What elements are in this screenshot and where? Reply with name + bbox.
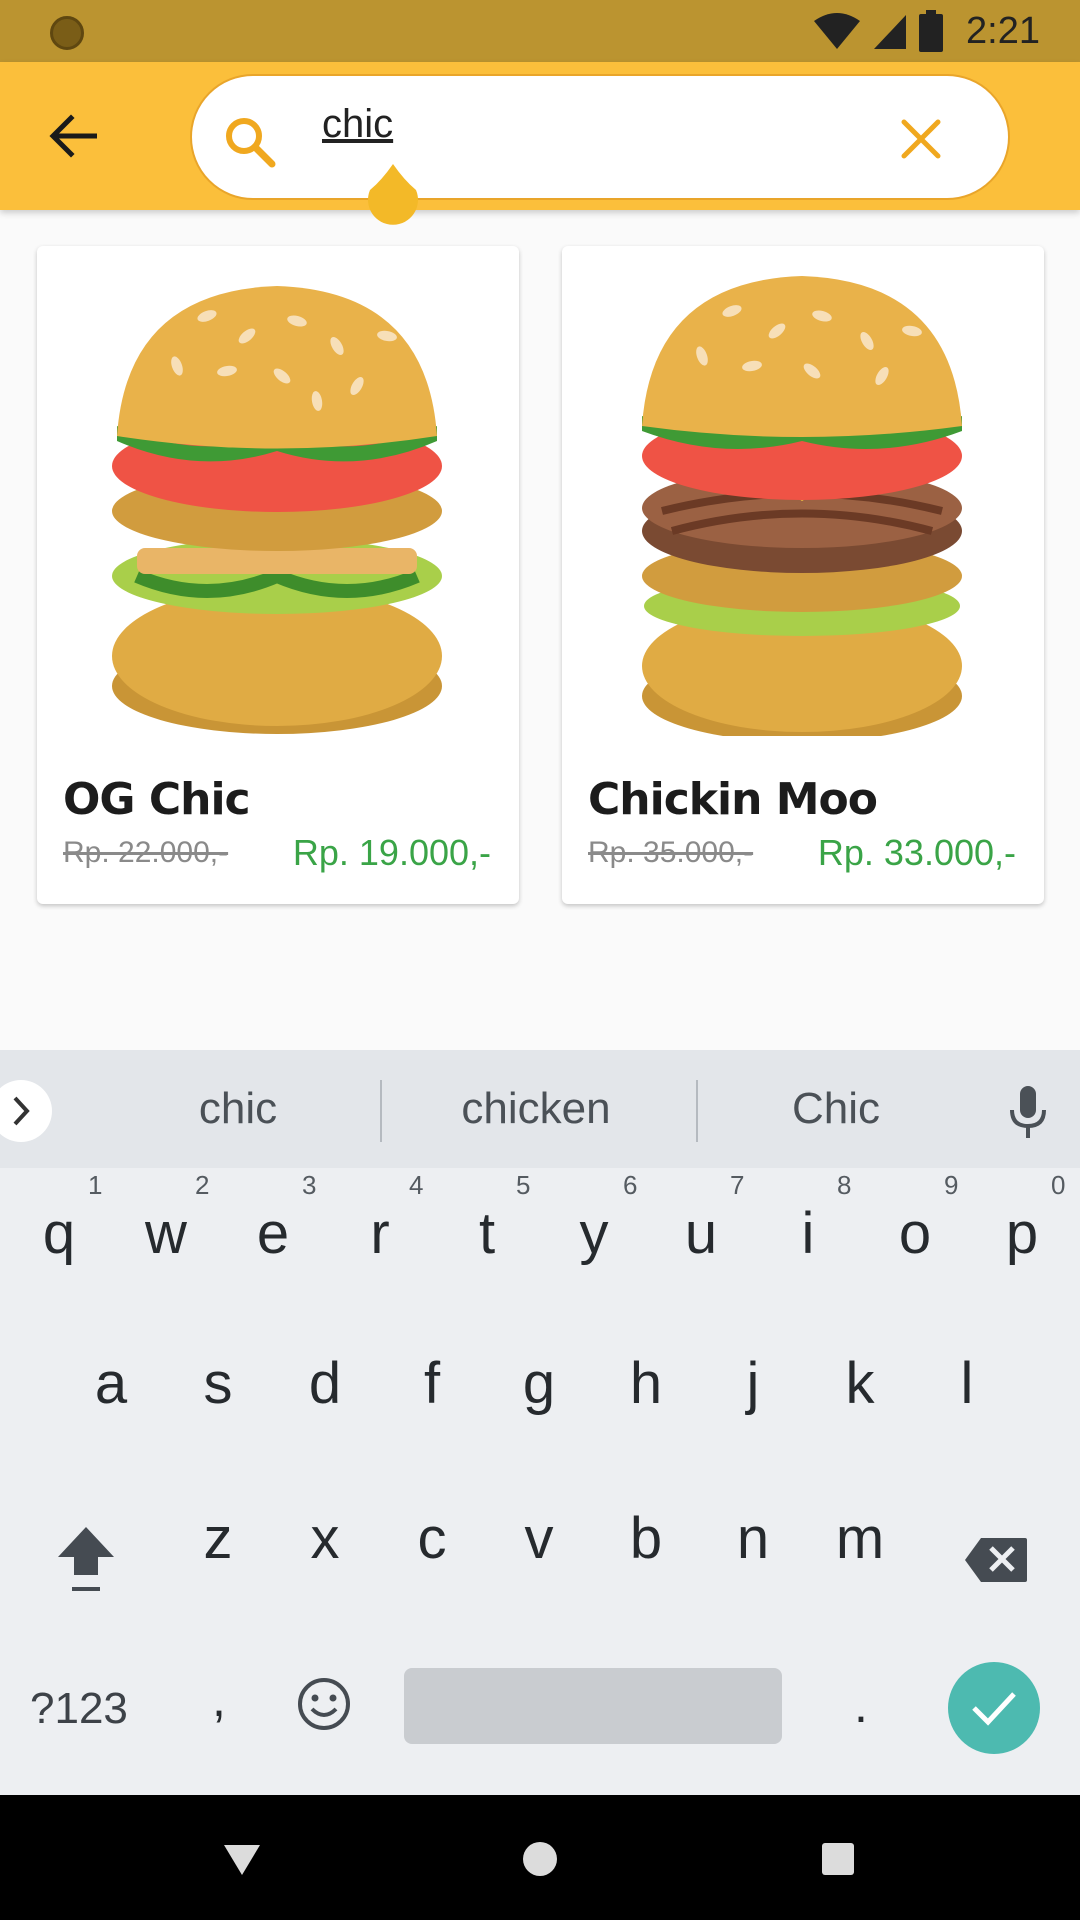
key-hint: 5 xyxy=(516,1170,531,1200)
key-m[interactable]: m xyxy=(817,1505,903,1572)
product-old-price: Rp. 35.000,- xyxy=(588,836,754,869)
key-y[interactable]: y xyxy=(551,1200,637,1267)
key-d[interactable]: d xyxy=(282,1350,368,1417)
key-w[interactable]: w xyxy=(123,1200,209,1267)
key-e[interactable]: e xyxy=(230,1200,316,1267)
product-old-price: Rp. 22.000,- xyxy=(63,836,229,869)
search-icon xyxy=(226,118,276,168)
key-a[interactable]: a xyxy=(68,1350,154,1417)
recents-nav-button[interactable] xyxy=(814,1835,862,1883)
status-icons: 2:21 xyxy=(812,8,1040,54)
square-recents-icon xyxy=(822,1843,854,1875)
key-hint: 6 xyxy=(623,1170,638,1200)
emoji-icon xyxy=(298,1678,350,1730)
key-hint: 3 xyxy=(302,1170,317,1200)
text-cursor-handle[interactable] xyxy=(364,162,422,226)
key-hint: 7 xyxy=(730,1170,745,1200)
backspace-icon xyxy=(965,1538,1027,1582)
key-r[interactable]: r xyxy=(337,1200,423,1267)
symbols-key[interactable]: ?123 xyxy=(30,1684,128,1734)
shift-key[interactable] xyxy=(50,1520,122,1600)
key-i[interactable]: i xyxy=(765,1200,851,1267)
close-icon[interactable] xyxy=(898,116,944,162)
status-time: 2:21 xyxy=(966,9,1040,52)
key-k[interactable]: k xyxy=(817,1350,903,1417)
key-t[interactable]: t xyxy=(444,1200,530,1267)
key-n[interactable]: n xyxy=(710,1505,796,1572)
chevron-right-icon xyxy=(13,1096,30,1126)
navigation-bar xyxy=(0,1795,1080,1920)
product-card[interactable]: OG Chic Rp. 22.000,- Rp. 19.000,- xyxy=(37,246,519,904)
home-nav-button[interactable] xyxy=(516,1835,564,1883)
key-hint: 9 xyxy=(944,1170,959,1200)
signal-icon xyxy=(874,15,907,49)
key-h[interactable]: h xyxy=(603,1350,689,1417)
space-key[interactable] xyxy=(404,1668,782,1744)
key-o[interactable]: o xyxy=(872,1200,958,1267)
suggestion-bar: chic chicken Chic xyxy=(0,1050,1080,1168)
period-key[interactable]: . xyxy=(818,1676,904,1734)
app-bar: chic xyxy=(0,62,1080,210)
back-nav-button[interactable] xyxy=(218,1835,266,1883)
suggestion-divider xyxy=(696,1080,698,1142)
key-v[interactable]: v xyxy=(496,1505,582,1572)
suggestion-item[interactable]: Chic xyxy=(706,1084,966,1134)
emoji-key[interactable] xyxy=(296,1676,352,1732)
burger-image xyxy=(112,286,442,734)
key-f[interactable]: f xyxy=(389,1350,475,1417)
product-name: Chickin Moo xyxy=(588,774,878,825)
key-l[interactable]: l xyxy=(924,1350,1010,1417)
wifi-icon xyxy=(814,13,861,49)
key-hint: 2 xyxy=(195,1170,210,1200)
key-hint: 1 xyxy=(88,1170,103,1200)
suggestion-item[interactable]: chic xyxy=(108,1084,368,1134)
suggestion-item[interactable]: chicken xyxy=(406,1084,666,1134)
backspace-key[interactable] xyxy=(960,1528,1032,1592)
suggestion-divider xyxy=(380,1080,382,1142)
keyboard: chic chicken Chic q1w2e3r4t5y6u7i8o9p0 a… xyxy=(0,1050,1080,1795)
key-g[interactable]: g xyxy=(496,1350,582,1417)
notification-icon xyxy=(50,16,84,50)
key-c[interactable]: c xyxy=(389,1505,475,1572)
key-s[interactable]: s xyxy=(175,1350,261,1417)
key-x[interactable]: x xyxy=(282,1505,368,1572)
enter-key[interactable] xyxy=(948,1662,1040,1754)
key-hint: 4 xyxy=(409,1170,424,1200)
burger-image xyxy=(642,276,962,736)
arrow-left-icon xyxy=(49,114,97,158)
shift-icon xyxy=(58,1527,114,1591)
comma-key[interactable]: , xyxy=(176,1670,262,1728)
key-u[interactable]: u xyxy=(658,1200,744,1267)
triangle-back-icon xyxy=(224,1845,260,1875)
product-name: OG Chic xyxy=(63,774,251,825)
key-p[interactable]: p xyxy=(979,1200,1065,1267)
key-j[interactable]: j xyxy=(710,1350,796,1417)
key-b[interactable]: b xyxy=(603,1505,689,1572)
battery-icon xyxy=(919,10,944,52)
key-z[interactable]: z xyxy=(175,1505,261,1572)
key-hint: 8 xyxy=(837,1170,852,1200)
search-query[interactable]: chic xyxy=(322,102,393,147)
key-q[interactable]: q xyxy=(16,1200,102,1267)
status-bar: 2:21 xyxy=(0,0,1080,62)
product-price: Rp. 33.000,- xyxy=(817,832,1016,873)
circle-home-icon xyxy=(523,1842,557,1876)
product-card[interactable]: Chickin Moo Rp. 35.000,- Rp. 33.000,- xyxy=(562,246,1044,904)
product-price: Rp. 19.000,- xyxy=(292,832,491,873)
check-icon xyxy=(972,1692,1016,1726)
key-hint: 0 xyxy=(1051,1170,1066,1200)
expand-suggestions-button[interactable] xyxy=(0,1080,52,1142)
search-input[interactable]: chic xyxy=(190,74,1010,200)
back-button[interactable] xyxy=(40,108,106,164)
microphone-icon[interactable] xyxy=(1004,1084,1052,1140)
